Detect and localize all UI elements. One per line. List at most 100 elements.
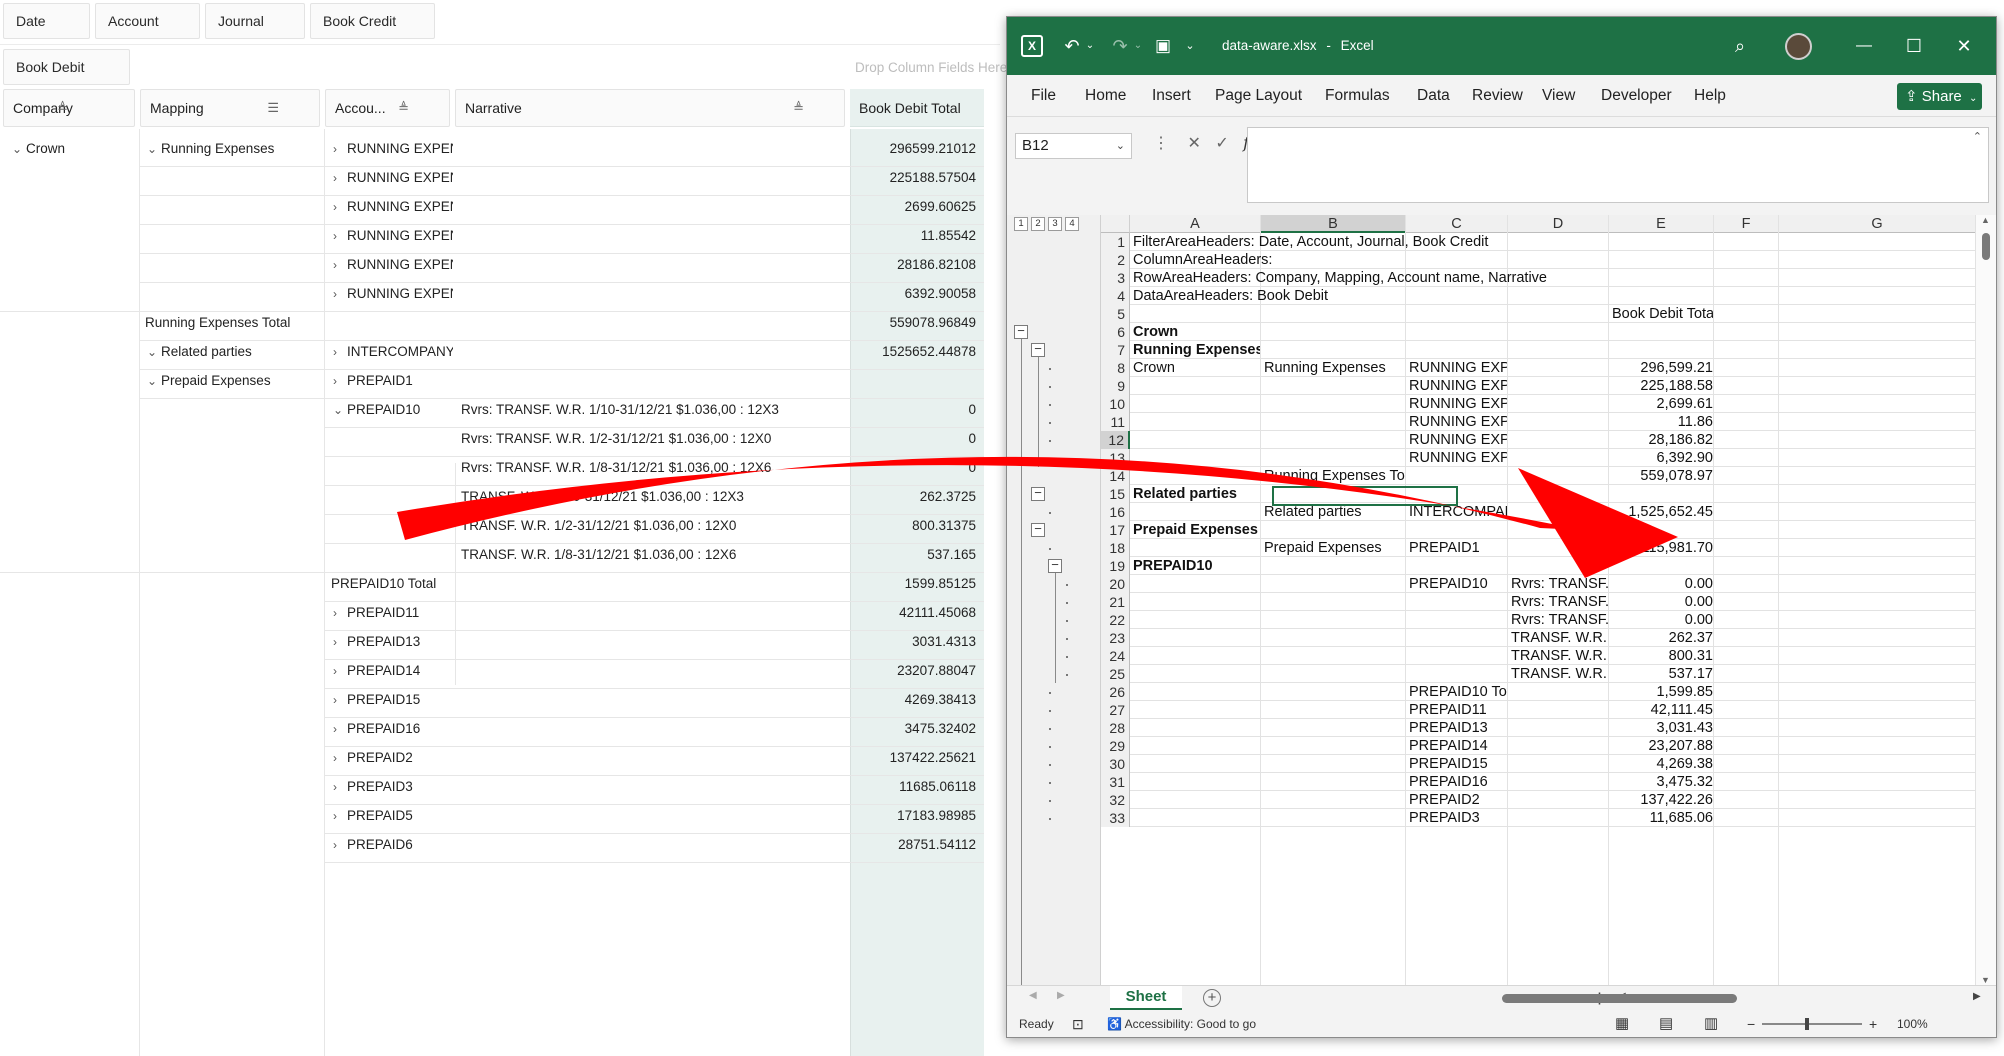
cell-e8[interactable]: 296,599.21 — [1612, 359, 1713, 377]
cell-c33[interactable]: PREPAID3 — [1409, 809, 1507, 827]
outline-level-1-button[interactable]: 1 — [1014, 217, 1028, 231]
cell-e25[interactable]: 537.17 — [1612, 665, 1713, 683]
cell-c30[interactable]: PREPAID15 — [1409, 755, 1507, 773]
row-header[interactable]: 6 — [1101, 323, 1130, 341]
normal-view-icon[interactable]: ▦ — [1615, 1011, 1629, 1037]
row-header[interactable]: 23 — [1101, 629, 1130, 647]
cell-e33[interactable]: 11,685.06 — [1612, 809, 1713, 827]
zoom-slider[interactable] — [1762, 1023, 1862, 1025]
cell-e22[interactable]: 0.00 — [1612, 611, 1713, 629]
sort-icon[interactable]: ≜ — [57, 90, 68, 126]
share-button[interactable]: ⇪ Share ⌄ — [1897, 83, 1982, 110]
cell-c12[interactable]: RUNNING EXPENSE13 — [1409, 431, 1507, 449]
sort-icon[interactable]: ≜ — [793, 90, 804, 126]
row-header[interactable]: 31 — [1101, 773, 1130, 791]
maximize-icon[interactable]: ☐ — [1899, 17, 1929, 75]
row-header[interactable]: 20 — [1101, 575, 1130, 593]
column-header-c[interactable]: C — [1406, 215, 1508, 233]
cell-a1[interactable]: FilterAreaHeaders: Date, Account, Journa… — [1133, 233, 1633, 251]
row-header-mapping[interactable]: Mapping ☰ — [140, 89, 320, 127]
column-header-a[interactable]: A — [1130, 215, 1261, 233]
row-header[interactable]: 13 — [1101, 449, 1130, 467]
sort-icon[interactable]: ≜ — [398, 90, 409, 126]
cell-e11[interactable]: 11.86 — [1612, 413, 1713, 431]
cell-c10[interactable]: RUNNING EXPENSE11 — [1409, 395, 1507, 413]
add-sheet-icon[interactable]: + — [1203, 989, 1221, 1007]
cell-c11[interactable]: RUNNING EXPENSE12 — [1409, 413, 1507, 431]
cell-c28[interactable]: PREPAID13 — [1409, 719, 1507, 737]
cell-c9[interactable]: RUNNING EXPENSE10 — [1409, 377, 1507, 395]
row-header[interactable]: 27 — [1101, 701, 1130, 719]
vertical-scroll-thumb[interactable] — [1982, 233, 1990, 260]
cell-e14[interactable]: 559,078.97 — [1612, 467, 1713, 485]
row-header[interactable]: 8 — [1101, 359, 1130, 377]
cell-b14[interactable]: Running Expenses Total — [1264, 467, 1405, 485]
row-header[interactable]: 25 — [1101, 665, 1130, 683]
collapse-group-icon[interactable]: − — [1031, 342, 1045, 357]
cell-a17[interactable]: Prepaid Expenses — [1133, 521, 1260, 539]
row-header[interactable]: 16 — [1101, 503, 1130, 521]
column-header-f[interactable]: F — [1714, 215, 1779, 233]
row-header-account-name[interactable]: Accou... ≜ — [325, 89, 450, 127]
cell-e13[interactable]: 6,392.90 — [1612, 449, 1713, 467]
undo-dropdown-icon[interactable]: ⌄ — [1084, 17, 1096, 75]
sheet-tab[interactable]: Sheet — [1110, 986, 1182, 1010]
outline-level-4-button[interactable]: 4 — [1065, 217, 1079, 231]
filter-field-account[interactable]: Account — [95, 3, 200, 39]
tab-file[interactable]: File — [1031, 75, 1056, 117]
chevron-down-icon[interactable]: ⌄ — [1116, 134, 1125, 158]
formula-input[interactable]: ⌃ — [1247, 127, 1989, 203]
outline-level-2-button[interactable]: 2 — [1031, 217, 1045, 231]
cancel-icon[interactable]: ✕ — [1187, 135, 1200, 152]
cell-a19[interactable]: PREPAID10 — [1133, 557, 1260, 575]
zoom-in-icon[interactable]: + — [1869, 1011, 1877, 1037]
cell-e20[interactable]: 0.00 — [1612, 575, 1713, 593]
cell-d24[interactable]: TRANSF. W.R. 1/2- — [1511, 647, 1608, 665]
cell-b8[interactable]: Running Expenses — [1264, 359, 1405, 377]
row-header[interactable]: 7 — [1101, 341, 1130, 359]
select-all-corner[interactable] — [1101, 215, 1130, 233]
cell-d20[interactable]: Rvrs: TRANSF. W.R — [1511, 575, 1608, 593]
cell-a8[interactable]: Crown — [1133, 359, 1260, 377]
redo-dropdown-icon[interactable]: ⌄ — [1132, 17, 1144, 75]
filter-field-book-credit[interactable]: Book Credit — [310, 3, 435, 39]
row-header[interactable]: 32 — [1101, 791, 1130, 809]
zoom-slider-knob[interactable] — [1805, 1018, 1809, 1030]
row-header[interactable]: 10 — [1101, 395, 1130, 413]
accessibility-status[interactable]: ♿ Accessibility: Good to go — [1107, 1011, 1256, 1037]
tab-page-layout[interactable]: Page Layout — [1215, 75, 1302, 117]
cell-c8[interactable]: RUNNING EXPENSE1 — [1409, 359, 1507, 377]
page-break-view-icon[interactable]: ▥ — [1704, 1011, 1718, 1037]
collapse-formula-bar-icon[interactable]: ⌃ — [1973, 130, 1982, 143]
outline-level-3-button[interactable]: 3 — [1048, 217, 1062, 231]
row-header[interactable]: 26 — [1101, 683, 1130, 701]
cell-d23[interactable]: TRANSF. W.R. 1/10 — [1511, 629, 1608, 647]
cell-e12[interactable]: 28,186.82 — [1612, 431, 1713, 449]
cell-e27[interactable]: 42,111.45 — [1612, 701, 1713, 719]
cell-e29[interactable]: 23,207.88 — [1612, 737, 1713, 755]
column-header-b[interactable]: B — [1261, 215, 1406, 233]
row-header[interactable]: 3 — [1101, 269, 1130, 287]
cell-a7[interactable]: Running Expenses — [1133, 341, 1260, 359]
cell-e18[interactable]: 115,981.70 — [1612, 539, 1714, 557]
scroll-right-icon[interactable]: ▶ — [1973, 991, 1981, 1002]
row-header[interactable]: 29 — [1101, 737, 1130, 755]
data-header-book-debit-total[interactable]: Book Debit Total — [850, 89, 984, 127]
cell-c32[interactable]: PREPAID2 — [1409, 791, 1507, 809]
row-header[interactable]: 5 — [1101, 305, 1130, 323]
chevron-right-icon[interactable]: › — [333, 827, 347, 863]
collapse-group-icon[interactable]: − — [1031, 522, 1045, 537]
collapse-group-icon[interactable]: − — [1031, 486, 1045, 501]
filter-icon[interactable]: ☰ — [267, 90, 279, 126]
tab-review[interactable]: Review — [1472, 75, 1523, 117]
row-header[interactable]: 18 — [1101, 539, 1130, 557]
cell-d22[interactable]: Rvrs: TRANSF. W.R — [1511, 611, 1608, 629]
cell-a4[interactable]: DataAreaHeaders: Book Debit — [1133, 287, 1633, 305]
undo-icon[interactable]: ↶ — [1059, 17, 1085, 75]
data-field-book-debit[interactable]: Book Debit — [3, 49, 130, 85]
tab-developer[interactable]: Developer — [1601, 75, 1672, 117]
cell-a6[interactable]: Crown — [1133, 323, 1260, 341]
row-header[interactable]: 12 — [1101, 431, 1130, 449]
tab-data[interactable]: Data — [1417, 75, 1450, 117]
cell-e26[interactable]: 1,599.85 — [1612, 683, 1713, 701]
